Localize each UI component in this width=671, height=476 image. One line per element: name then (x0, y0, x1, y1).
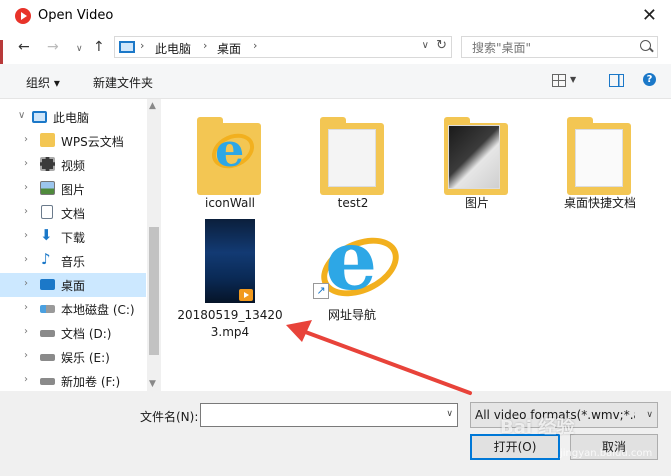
baidu-watermark-url: jingyan.baidu.com (560, 448, 653, 459)
annotation-arrow (286, 320, 472, 395)
baidu-watermark-logo: Bai 经验 (500, 417, 575, 438)
